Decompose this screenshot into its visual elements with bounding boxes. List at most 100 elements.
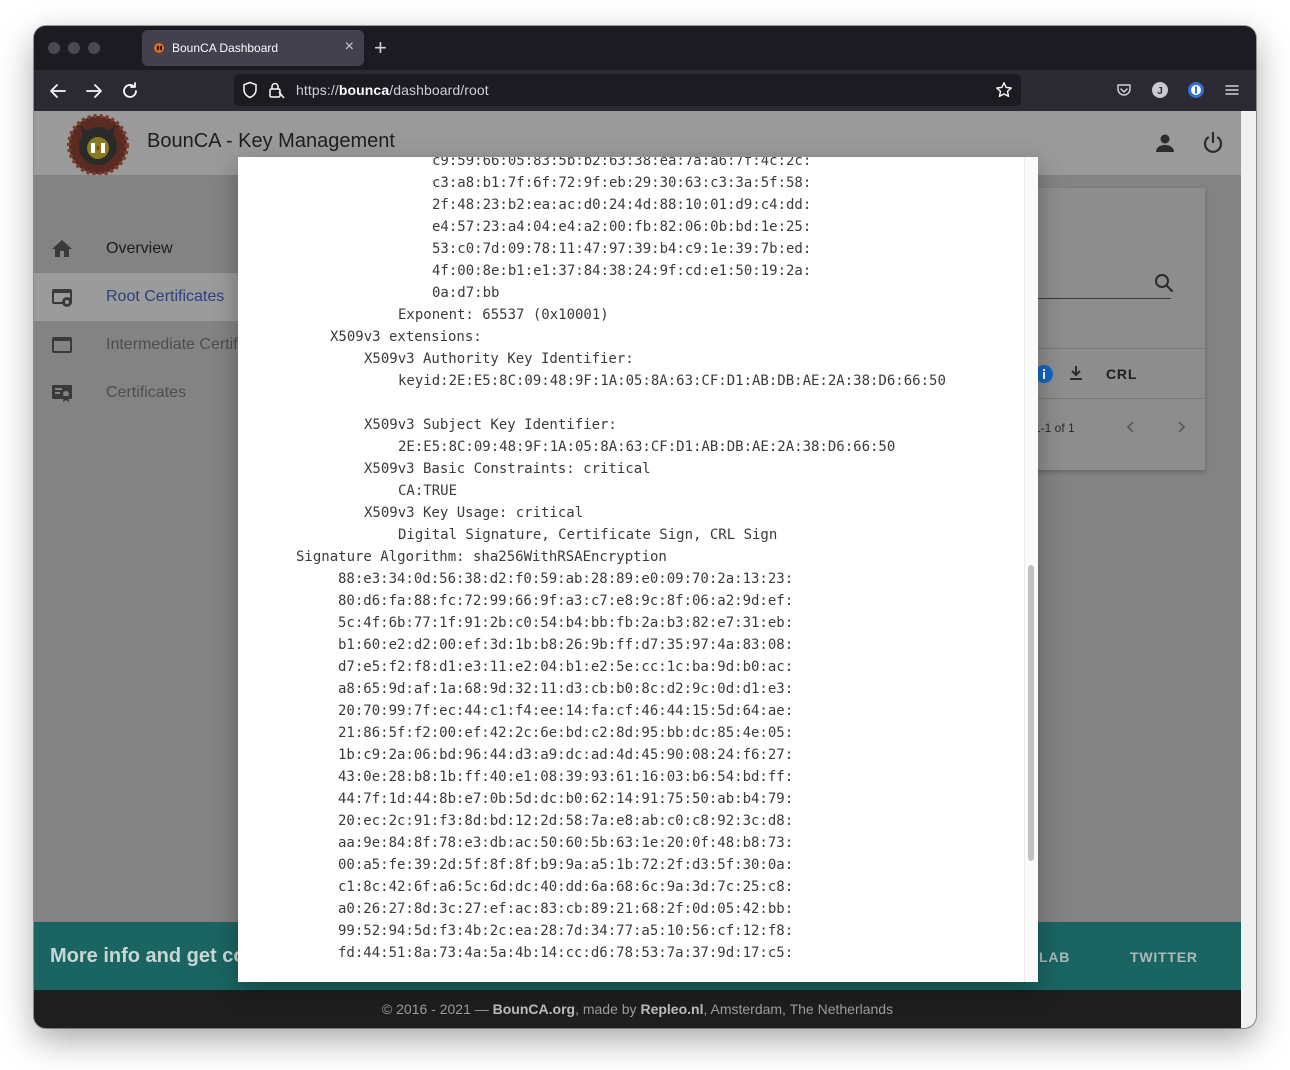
intermediate-certificate-icon (52, 337, 72, 353)
copyright-suffix: , Amsterdam, The Netherlands (703, 1001, 894, 1017)
tab-title: BounCA Dashboard (172, 41, 279, 55)
certificate-text-line: 00:a5:fe:39:2d:5f:8f:8f:b9:9a:a5:1b:72:2… (338, 857, 794, 873)
copyright-text: © 2016 - 2021 — BounCA.org, made by Repl… (34, 1001, 1241, 1017)
reload-icon (123, 82, 137, 98)
minimize-window-button[interactable] (68, 42, 80, 54)
url-scheme: https:// (296, 82, 339, 98)
root-certificates-card: CRL 1-1 of 1 (1034, 188, 1205, 470)
hamburger-menu-icon[interactable] (1222, 80, 1242, 100)
pocket-icon[interactable] (1114, 80, 1134, 100)
account-avatar-icon[interactable]: J (1150, 80, 1170, 100)
certificate-text-line: Exponent: 65537 (0x10001) (398, 307, 609, 323)
copyright-bar: © 2016 - 2021 — BounCA.org, made by Repl… (34, 990, 1241, 1028)
root-certificate-icon (52, 289, 72, 307)
url-bar[interactable]: https://bounca/dashboard/root (234, 74, 1021, 106)
certificate-text-line: 88:e3:34:0d:56:38:d2:f0:59:ab:28:89:e0:0… (338, 571, 794, 587)
search-icon[interactable] (1153, 272, 1175, 294)
certificate-text-line: X509v3 extensions: (330, 329, 482, 345)
certificate-text-line: 1b:c9:2a:06:bd:96:44:d3:a9:dc:ad:4d:45:9… (338, 747, 794, 763)
certificate-text-line: c3:a8:b1:7f:6f:72:9f:eb:29:30:63:c3:3a:5… (432, 175, 812, 191)
sidebar-item-root-certificates[interactable]: Root Certificates (34, 273, 239, 321)
sidebar-item-label: Root Certificates (106, 288, 225, 305)
twitter-link[interactable]: TWITTER (1130, 949, 1198, 965)
url-text[interactable]: https://bounca/dashboard/root (296, 82, 489, 98)
app-title: BounCA - Key Management (147, 130, 395, 152)
certificate-icon (52, 385, 72, 402)
certificate-text-line: 2f:48:23:b2:ea:ac:d0:24:4d:88:10:01:d9:c… (432, 197, 812, 213)
certificate-text-line: 4f:00:8e:b1:e1:37:84:38:24:9f:cd:e1:50:1… (432, 263, 812, 279)
sidebar-item-overview[interactable]: Overview (34, 225, 239, 273)
browser-window: BounCA Dashboard × + https://bounca/dash… (34, 26, 1256, 1028)
pagination-range: 1-1 of 1 (1034, 421, 1075, 435)
certificate-text-line: d7:e5:f2:f8:d1:e3:11:e2:04:b1:e2:5e:cc:1… (338, 659, 794, 675)
certificate-text-line: X509v3 Authority Key Identifier: (364, 351, 634, 367)
download-icon[interactable] (1066, 363, 1086, 383)
account-icon[interactable] (1151, 129, 1179, 157)
tracking-protection-shield-icon[interactable] (240, 80, 260, 100)
certificate-text-line: Digital Signature, Certificate Sign, CRL… (398, 527, 778, 543)
certificate-text-line: 5c:4f:6b:77:1f:91:2b:c0:54:b4:bb:fb:2a:b… (338, 615, 794, 631)
certificate-text-line: a0:26:27:8d:3c:27:ef:ac:83:cb:89:21:68:2… (338, 901, 794, 917)
sidebar-item-certificates[interactable]: Certificates (34, 369, 239, 417)
certificate-text-line: c9:59:66:05:83:5b:b2:63:38:ea:7a:a6:7f:4… (432, 157, 812, 169)
forward-arrow-icon (86, 84, 102, 98)
bounca-favicon-icon (154, 43, 164, 53)
certificate-text-line: 53:c0:7d:09:78:11:47:97:39:b4:c9:1e:39:7… (432, 241, 812, 257)
crl-button[interactable]: CRL (1106, 366, 1137, 382)
zoom-window-button[interactable] (88, 42, 100, 54)
back-button[interactable] (45, 78, 71, 104)
sidebar-item-label: Overview (106, 240, 173, 257)
certificate-text-line: 44:7f:1d:44:8b:e7:0b:5d:dc:b0:62:14:91:7… (338, 791, 794, 807)
bookmark-star-icon[interactable] (994, 80, 1014, 100)
certificate-text-line: X509v3 Key Usage: critical (364, 505, 584, 521)
dialog-scrollbar-thumb[interactable] (1028, 565, 1034, 861)
certificate-text-line: X509v3 Subject Key Identifier: (364, 417, 617, 433)
certificate-text-line: e4:57:23:a4:04:e4:a2:00:fb:82:06:0b:bd:1… (432, 219, 812, 235)
back-arrow-icon (50, 84, 66, 98)
bounca-site-link[interactable]: BounCA.org (493, 1001, 575, 1017)
certificate-text-line: CA:TRUE (398, 483, 458, 499)
page-scrollbar[interactable] (1241, 111, 1256, 1028)
copyright-mid: , made by (575, 1001, 641, 1017)
url-host: bounca (338, 82, 390, 98)
footer-headline: More info and get co (50, 945, 246, 967)
certificate-text-line: 20:ec:2c:91:f3:8d:bd:12:2d:58:7a:e8:ab:c… (338, 813, 794, 829)
browser-tab[interactable]: BounCA Dashboard × (142, 30, 364, 66)
close-window-button[interactable] (48, 42, 60, 54)
certificate-text-line: keyid:2E:E5:8C:09:48:9F:1A:05:8A:63:CF:D… (398, 373, 946, 389)
copyright-prefix: © 2016 - 2021 — (381, 1001, 493, 1017)
certificate-text-line: 43:0e:28:b8:1b:ff:40:e1:08:39:93:61:16:0… (338, 769, 794, 785)
certificate-text-line: 21:86:5f:f2:00:ef:42:2c:6e:bd:c2:8d:95:b… (338, 725, 794, 741)
certificate-text-line: aa:9e:84:8f:78:e3:db:ac:50:60:5b:63:1e:2… (338, 835, 794, 851)
gitlab-link[interactable]: LAB (1039, 949, 1070, 965)
table-divider (1034, 348, 1205, 349)
certificate-info-dialog: c9:59:66:05:83:5b:b2:63:38:ea:7a:a6:7f:4… (238, 157, 1038, 982)
power-logout-icon[interactable] (1199, 129, 1227, 157)
table-divider (1034, 398, 1205, 399)
author-link[interactable]: Repleo.nl (640, 1001, 703, 1017)
title-bar: BounCA Dashboard × + (34, 26, 1256, 70)
svg-text:J: J (1157, 86, 1163, 97)
forward-button[interactable] (81, 78, 107, 104)
certificate-text-line: c1:8c:42:6f:a6:5c:6d:dc:40:dd:6a:68:6c:9… (338, 879, 794, 895)
url-path: /dashboard/root (389, 82, 489, 98)
certificate-text-line: 0a:d7:bb (432, 285, 500, 301)
certificate-text-line: a8:65:9d:af:1a:68:9d:32:11:d3:cb:b0:8c:d… (338, 681, 794, 697)
bounca-logo-icon (67, 114, 129, 175)
certificate-text-line: 80:d6:fa:88:fc:72:99:66:9f:a3:c7:e8:9c:8… (338, 593, 794, 609)
chevron-left-icon[interactable] (1120, 416, 1142, 438)
password-manager-extension-icon[interactable] (1186, 80, 1206, 100)
sidebar-item-intermediate-certificates[interactable]: Intermediate Certificates (34, 321, 279, 369)
certificate-text-line: 99:52:94:5d:f3:4b:2c:ea:28:7d:34:77:a5:1… (338, 923, 794, 939)
home-icon (52, 240, 72, 257)
chevron-right-icon[interactable] (1170, 416, 1192, 438)
reload-button[interactable] (117, 78, 143, 104)
certificate-text-line: b1:60:e2:d2:00:ef:3d:1b:b8:26:9b:ff:d7:3… (338, 637, 794, 653)
new-tab-button[interactable]: + (374, 36, 387, 60)
certificate-text-line: X509v3 Basic Constraints: critical (364, 461, 651, 477)
certificate-text-line: 2E:E5:8C:09:48:9F:1A:05:8A:63:CF:D1:AB:D… (398, 439, 896, 455)
certificate-text-line: fd:44:51:8a:73:4a:5a:4b:14:cc:d6:78:53:7… (338, 945, 794, 961)
search-underline (1034, 298, 1171, 299)
lock-icon[interactable] (266, 80, 286, 100)
tab-close-icon[interactable]: × (345, 37, 354, 57)
